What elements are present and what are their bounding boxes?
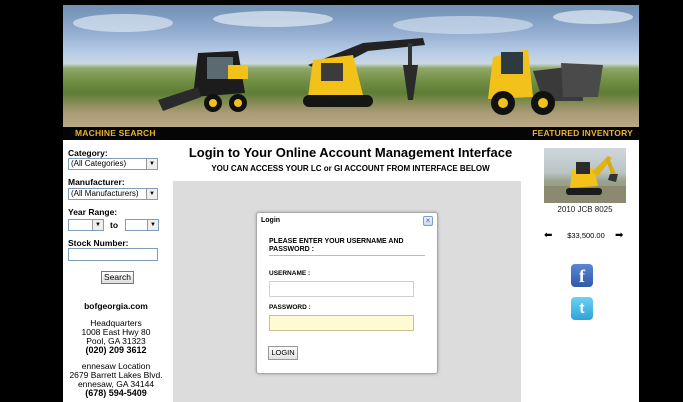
username-label: USERNAME : xyxy=(269,270,311,277)
username-input[interactable] xyxy=(269,281,414,297)
page-title: Login to Your Online Account Management … xyxy=(188,145,513,160)
divider xyxy=(269,255,425,256)
header-banner xyxy=(63,5,639,127)
featured-machine-image[interactable] xyxy=(544,148,626,203)
nav-bar: MACHINE SEARCH FEATURED INVENTORY xyxy=(63,127,639,140)
page-subtitle: YOU CAN ACCESS YOUR LC or GI ACCOUNT FRO… xyxy=(211,164,490,173)
compact-loader-image xyxy=(303,38,425,107)
manufacturer-label: Manufacturer: xyxy=(68,177,125,187)
banner-machines-illustration xyxy=(73,10,633,115)
search-button[interactable]: Search xyxy=(101,271,134,284)
site-name: bofgeorgia.com xyxy=(84,301,148,311)
arrow-left-icon[interactable]: ⬅ xyxy=(544,230,552,241)
category-select[interactable]: (All Categories) ▼ xyxy=(68,158,158,170)
chevron-down-icon: ▼ xyxy=(146,159,157,169)
close-icon[interactable]: × xyxy=(423,216,433,226)
category-label: Category: xyxy=(68,148,108,158)
password-label: PASSWORD : xyxy=(269,304,311,311)
manufacturer-select-value: (All Manufacturers) xyxy=(71,189,139,198)
chevron-down-icon: ▼ xyxy=(147,220,158,230)
year-from-select[interactable]: ▼ xyxy=(68,219,104,231)
featured-machine-caption[interactable]: 2010 JCB 8025 xyxy=(533,205,637,214)
featured-inventory-link[interactable]: FEATURED INVENTORY xyxy=(532,128,633,138)
chevron-down-icon: ▼ xyxy=(146,189,157,199)
facebook-icon[interactable]: f xyxy=(571,264,593,287)
stock-number-label: Stock Number: xyxy=(68,238,129,248)
manufacturer-select[interactable]: (All Manufacturers) ▼ xyxy=(68,188,158,200)
machine-search-link[interactable]: MACHINE SEARCH xyxy=(75,128,156,138)
category-select-value: (All Categories) xyxy=(71,159,127,168)
year-to-label: to xyxy=(110,220,119,230)
page: MACHINE SEARCH FEATURED INVENTORY Catego… xyxy=(63,5,639,402)
excavator-illustration xyxy=(544,156,626,203)
twitter-icon[interactable]: t xyxy=(571,297,593,320)
stock-number-input[interactable] xyxy=(68,248,158,261)
arrow-right-icon[interactable]: ➡ xyxy=(615,230,623,241)
featured-price: $33,500.00 xyxy=(567,231,605,240)
password-input[interactable] xyxy=(269,315,414,331)
year-range-label: Year Range: xyxy=(68,207,118,217)
skid-steer-image xyxy=(158,51,248,112)
login-instructions: PLEASE ENTER YOUR USERNAME AND PASSWORD … xyxy=(269,238,404,253)
hq-phone: (020) 209 3612 xyxy=(85,345,147,355)
login-dialog: Login × PLEASE ENTER YOUR USERNAME AND P… xyxy=(256,212,438,374)
wheel-loader-image xyxy=(488,49,603,115)
login-dialog-title: Login xyxy=(261,217,281,224)
location-phone: (678) 594-5409 xyxy=(85,388,147,398)
chevron-down-icon: ▼ xyxy=(92,220,103,230)
login-button[interactable]: LOGIN xyxy=(268,346,298,360)
year-to-select[interactable]: ▼ xyxy=(125,219,159,231)
